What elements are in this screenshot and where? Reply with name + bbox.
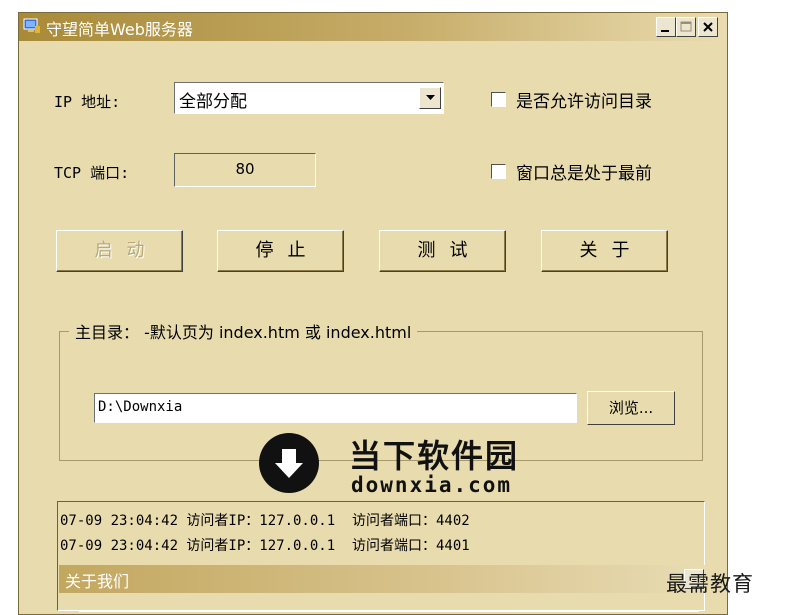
stop-button[interactable]: 停止 <box>217 230 344 272</box>
chevron-down-icon[interactable] <box>419 87 441 109</box>
ip-select[interactable]: 全部分配 <box>174 82 444 114</box>
watermark-cn: 当下软件园 <box>349 437 520 475</box>
ip-select-value: 全部分配 <box>179 92 247 112</box>
log-line: 07-09 23:04:42 访问者IP：127.0.0.1 访问者端口：440… <box>60 538 470 554</box>
tcp-port-field[interactable]: 80 <box>174 153 316 187</box>
access-log[interactable]: 07-09 23:04:42 访问者IP：127.0.0.1 访问者端口：440… <box>57 501 705 611</box>
allow-dir-label: 是否允许访问目录 <box>516 92 652 112</box>
corner-watermark: 最需教育 <box>666 572 754 596</box>
always-on-top-label: 窗口总是处于最前 <box>516 164 652 184</box>
home-dir-path-field[interactable]: D:\Downxia <box>94 393 577 423</box>
downxia-watermark: 当下软件园 downxia.com <box>259 425 559 505</box>
log-line: 07-09 23:04:42 访问者IP：127.0.0.1 访问者端口：440… <box>60 513 470 529</box>
about-dialog-titlebar[interactable]: 关于我们 <box>59 565 705 593</box>
ip-label: IP 地址: <box>54 93 121 111</box>
about-button[interactable]: 关于 <box>541 230 668 272</box>
always-on-top-checkbox[interactable] <box>491 164 506 179</box>
home-dir-group-title: 主目录： -默认页为 index.htm 或 index.html <box>69 319 418 343</box>
about-dialog-title: 关于我们 <box>65 572 130 591</box>
maximize-button[interactable] <box>676 17 696 37</box>
browse-button[interactable]: 浏览... <box>587 391 675 425</box>
download-arrow-icon <box>259 433 319 493</box>
close-button[interactable] <box>698 17 718 37</box>
test-button[interactable]: 测试 <box>379 230 506 272</box>
app-icon <box>23 18 41 34</box>
tcp-port-label: TCP 端口: <box>54 164 130 182</box>
divider <box>79 611 699 612</box>
watermark-en: downxia.com <box>351 473 513 497</box>
start-button[interactable]: 启动 <box>56 230 183 272</box>
window-title: 守望简单Web服务器 <box>46 20 193 39</box>
main-window: 守望简单Web服务器 IP 地址: 全部分配 TCP 端口: 80 是否允许访问… <box>18 12 728 615</box>
minimize-button[interactable] <box>656 17 676 37</box>
title-bar[interactable]: 守望简单Web服务器 <box>19 13 727 41</box>
allow-dir-checkbox[interactable] <box>491 92 506 107</box>
